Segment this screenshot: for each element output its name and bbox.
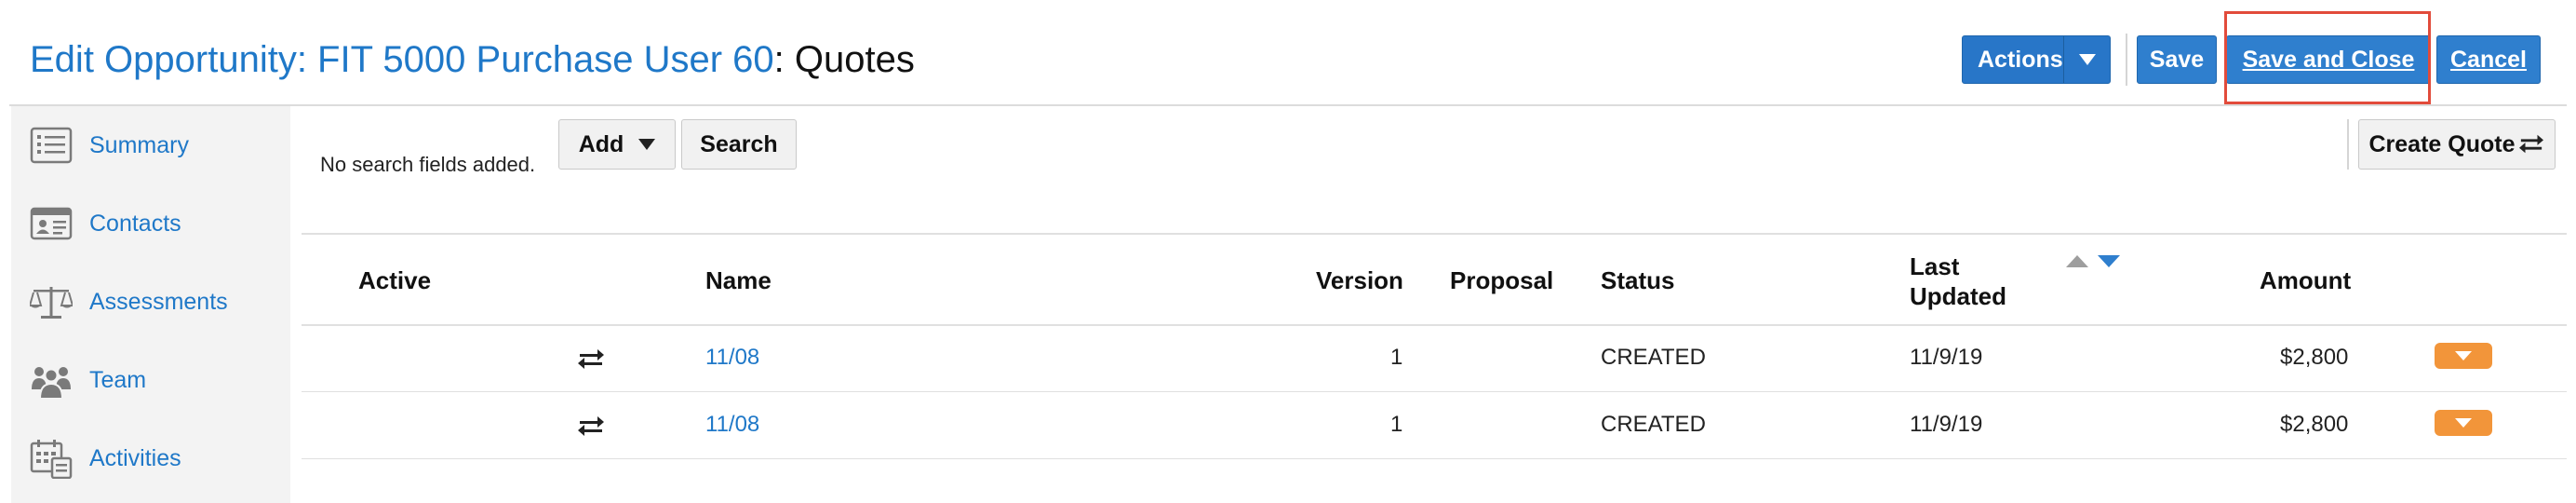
add-button[interactable]: Add: [558, 119, 676, 170]
contact-card-icon: [30, 207, 73, 240]
quote-status: CREATED: [1601, 345, 1706, 370]
swap-arrows-icon: [578, 416, 604, 436]
column-header-version[interactable]: Version: [1316, 266, 1403, 295]
save-and-close-button[interactable]: Save and Close: [2226, 35, 2431, 84]
page-title: Edit Opportunity: FIT 5000 Purchase User…: [30, 34, 915, 86]
save-button[interactable]: Save: [2137, 35, 2217, 84]
sidebar-item-team[interactable]: Team: [11, 341, 290, 419]
quote-last-updated: 11/9/19: [1910, 412, 1983, 437]
actions-button-label: Actions: [1978, 46, 2063, 73]
column-header-label: Last: [1910, 252, 1960, 280]
sidebar-item-label: Contacts: [89, 210, 181, 237]
row-divider: [302, 391, 2567, 392]
column-header-active[interactable]: Active: [358, 266, 431, 295]
sidebar-item-label: Activities: [89, 444, 181, 471]
column-header-last-updated[interactable]: Last Updated: [1910, 252, 2006, 311]
add-button-label: Add: [578, 130, 624, 157]
sidebar-item-label: Assessments: [89, 288, 228, 315]
row-divider: [302, 458, 2567, 459]
scale-icon: [30, 287, 73, 319]
quote-version: 1: [1390, 412, 1403, 437]
sidebar-item-assessments[interactable]: Assessments: [11, 263, 290, 341]
summary-list-icon: [30, 127, 73, 164]
toolbar-divider: [2126, 34, 2127, 86]
quote-last-updated: 11/9/19: [1910, 345, 1983, 370]
sidebar-item-activities[interactable]: Activities: [11, 419, 290, 497]
sidebar-item-label: Summary: [89, 131, 189, 158]
chevron-down-icon: [2455, 418, 2472, 428]
create-quote-button[interactable]: Create Quote: [2358, 119, 2556, 170]
chevron-down-icon: [2078, 54, 2096, 65]
table-header-border: [302, 324, 2567, 326]
quote-version: 1: [1390, 345, 1403, 370]
search-button[interactable]: Search: [681, 119, 797, 170]
search-status-text: No search fields added.: [320, 153, 536, 176]
table-top-border: [302, 233, 2567, 235]
quote-name-link[interactable]: 11/08: [705, 412, 759, 438]
sort-descending-icon[interactable]: [2098, 255, 2120, 267]
opportunity-title-link[interactable]: Edit Opportunity: FIT 5000 Purchase User…: [30, 39, 774, 80]
row-actions-button[interactable]: [2435, 343, 2492, 369]
swap-arrows-icon: [578, 349, 604, 369]
swap-arrows-icon: [2519, 134, 2544, 154]
sidebar: Summary Contacts Assessments Team Activi…: [11, 106, 290, 503]
quote-name-link[interactable]: 11/08: [705, 345, 759, 371]
actions-dropdown-toggle[interactable]: [2063, 36, 2110, 83]
chevron-down-icon: [2455, 351, 2472, 360]
row-actions-button[interactable]: [2435, 410, 2492, 436]
toolbar-divider: [2347, 119, 2349, 170]
quote-amount: $2,800: [2280, 345, 2349, 370]
team-icon: [32, 367, 71, 400]
calendar-icon: [30, 440, 73, 479]
column-header-amount[interactable]: Amount: [2260, 266, 2351, 295]
column-header-proposal[interactable]: Proposal: [1450, 266, 1553, 295]
column-header-label: Updated: [1910, 282, 2006, 310]
cancel-button[interactable]: Cancel: [2436, 35, 2541, 84]
header-divider: [9, 104, 2567, 106]
chevron-down-icon: [638, 139, 656, 150]
actions-button[interactable]: Actions: [1962, 35, 2111, 84]
create-quote-label: Create Quote: [2368, 130, 2516, 157]
sidebar-item-contacts[interactable]: Contacts: [11, 184, 290, 263]
quote-amount: $2,800: [2280, 412, 2349, 437]
quote-status: CREATED: [1601, 412, 1706, 437]
column-header-name[interactable]: Name: [705, 266, 771, 295]
sidebar-item-label: Team: [89, 366, 147, 393]
page-header: Edit Opportunity: FIT 5000 Purchase User…: [0, 0, 2576, 104]
column-header-status[interactable]: Status: [1601, 266, 1674, 295]
sidebar-item-summary[interactable]: Summary: [11, 106, 290, 184]
page-title-section: : Quotes: [773, 39, 915, 80]
sort-ascending-icon[interactable]: [2066, 255, 2088, 267]
